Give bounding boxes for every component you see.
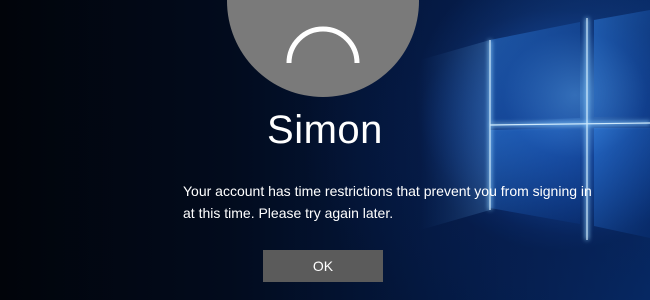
time-restriction-message: Your account has time restrictions that … bbox=[183, 183, 592, 221]
lock-screen: Simon Your account has time restrictions… bbox=[0, 0, 650, 300]
ok-button[interactable]: OK bbox=[263, 250, 383, 282]
username-label: Simon bbox=[267, 108, 383, 152]
user-silhouette-icon bbox=[286, 26, 360, 64]
